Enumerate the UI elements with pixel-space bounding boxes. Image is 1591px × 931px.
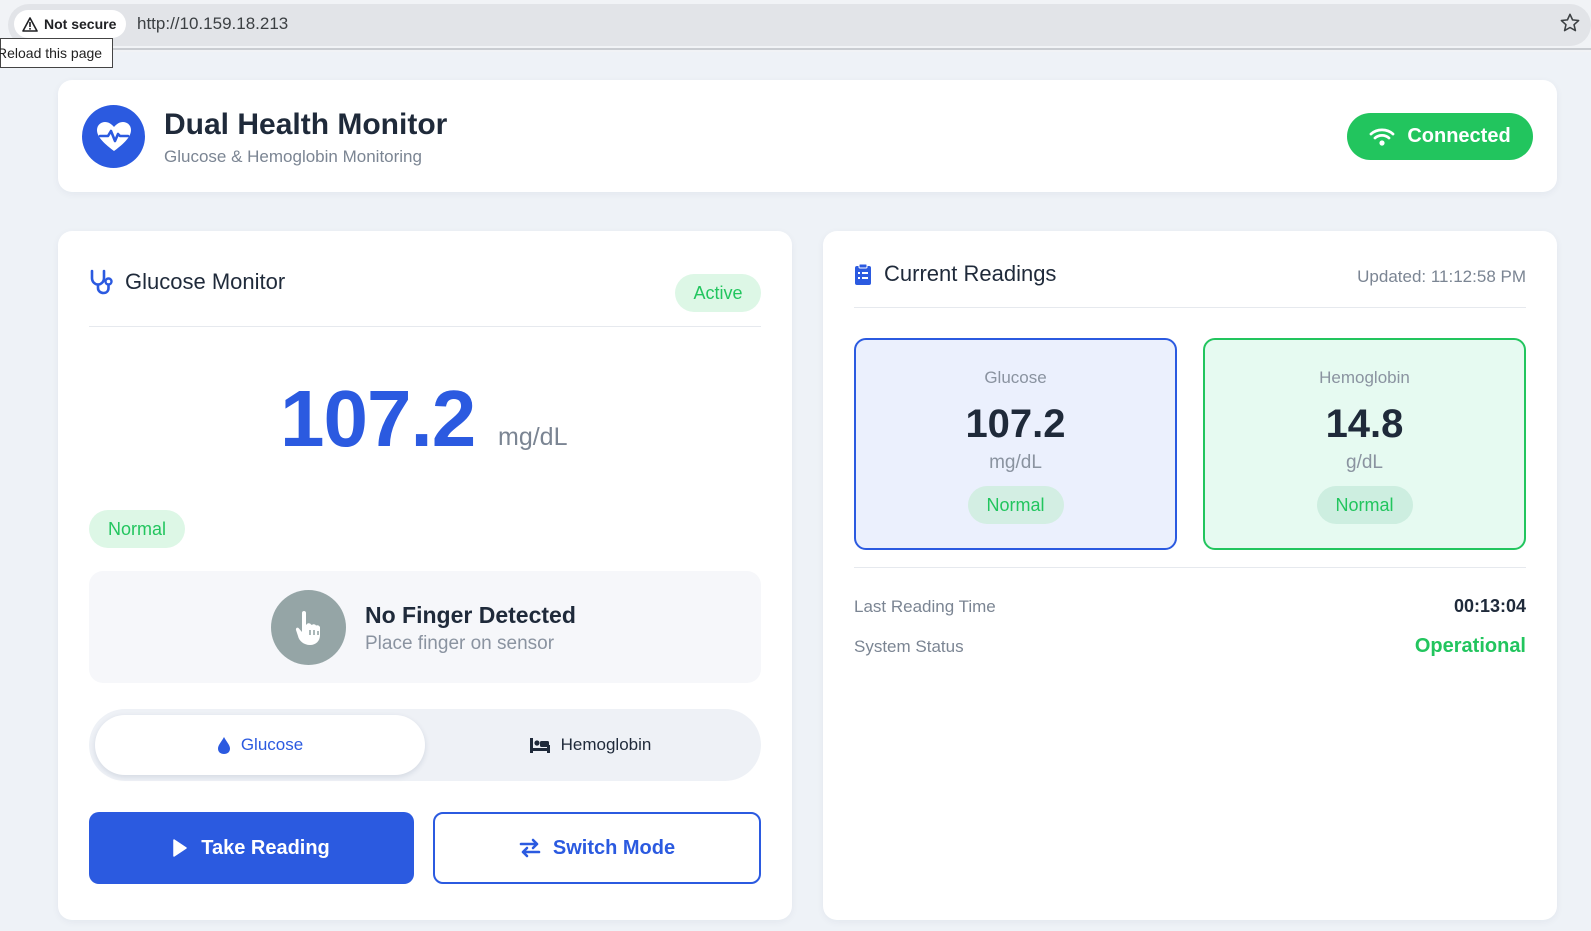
- current-readings-title: Current Readings: [884, 261, 1057, 286]
- switch-mode-button[interactable]: Switch Mode: [433, 812, 761, 884]
- security-indicator[interactable]: Not secure: [14, 10, 127, 38]
- last-reading-row: Last Reading Time 00:13:04: [854, 596, 1526, 617]
- switch-mode-label: Switch Mode: [552, 836, 676, 859]
- clipboard-list-icon: [855, 263, 871, 285]
- system-status-value: Operational: [1414, 635, 1526, 657]
- mode-glucose-label: Glucose: [240, 735, 304, 754]
- droplet-icon: [217, 736, 230, 754]
- mode-toggle: Glucose Hemoglobin: [89, 709, 761, 781]
- finger-status-subtitle: Place finger on sensor: [365, 633, 555, 654]
- glucose-status-badge: Normal: [89, 510, 185, 548]
- play-icon: [173, 839, 187, 857]
- glucose-main-value: 107.2: [280, 374, 476, 463]
- hemoglobin-reading-unit: g/dL: [1346, 452, 1383, 473]
- bed-pulse-icon: [529, 737, 550, 753]
- connection-status-label: Connected: [1407, 125, 1511, 147]
- wifi-icon: [1369, 127, 1395, 146]
- hemoglobin-reading-label: Hemoglobin: [1319, 368, 1410, 387]
- mode-hemoglobin-label: Hemoglobin: [560, 735, 652, 754]
- glucose-monitor-card: Glucose Monitor Active 107.2 mg/dL Norma…: [58, 231, 792, 920]
- current-readings-card: Current Readings Updated: 11:12:58 PM Gl…: [823, 231, 1557, 920]
- glucose-monitor-title: Glucose Monitor: [125, 269, 286, 294]
- hemoglobin-reading-status-badge: Normal: [1316, 486, 1413, 524]
- last-reading-label: Last Reading Time: [854, 596, 996, 616]
- app-header: Dual Health Monitor Glucose & Hemoglobin…: [58, 80, 1557, 192]
- glucose-reading-status-badge: Normal: [967, 486, 1064, 524]
- glucose-monitor-header: Glucose Monitor: [89, 269, 285, 295]
- take-reading-label: Take Reading: [201, 836, 330, 859]
- hemoglobin-reading-value: 14.8: [1325, 402, 1404, 446]
- url-text[interactable]: http://10.159.18.213: [137, 14, 288, 34]
- last-reading-value: 00:13:04: [1453, 596, 1526, 616]
- active-status-badge: Active: [675, 274, 761, 312]
- take-reading-button[interactable]: Take Reading: [89, 812, 414, 884]
- glucose-reading-unit: mg/dL: [989, 452, 1042, 473]
- mode-option-glucose[interactable]: Glucose: [95, 715, 425, 775]
- toolbar-divider: [0, 48, 1591, 50]
- warning-icon: [22, 16, 38, 32]
- readings-header-divider: [854, 307, 1526, 308]
- system-status-row: System Status Operational: [854, 635, 1526, 658]
- system-status-label: System Status: [854, 636, 964, 656]
- updated-timestamp: Updated: 11:12:58 PM: [1357, 267, 1526, 286]
- glucose-main-unit: mg/dL: [498, 423, 568, 451]
- stethoscope-icon: [90, 269, 113, 295]
- glucose-reading-label: Glucose: [984, 368, 1047, 387]
- swap-arrows-icon: [519, 838, 541, 858]
- mode-option-hemoglobin[interactable]: Hemoglobin: [425, 715, 755, 775]
- header-divider: [89, 326, 761, 327]
- heart-pulse-logo-icon: [82, 105, 145, 168]
- reload-tooltip: Reload this page: [0, 38, 114, 68]
- browser-bar: Not secure http://10.159.18.213 Reload t…: [0, 0, 1591, 68]
- app-title: Dual Health Monitor: [164, 108, 448, 141]
- security-label: Not secure: [44, 16, 117, 32]
- readings-divider: [854, 567, 1526, 568]
- current-readings-header: Current Readings: [854, 261, 1056, 287]
- finger-detection-panel: No Finger Detected Place finger on senso…: [89, 571, 761, 683]
- glucose-reading-box: Glucose 107.2 mg/dL Normal: [854, 338, 1177, 550]
- app-subtitle: Glucose & Hemoglobin Monitoring: [164, 147, 422, 166]
- hand-pointer-icon: [271, 590, 346, 665]
- bookmark-star-icon[interactable]: [1559, 12, 1581, 34]
- finger-status-title: No Finger Detected: [365, 602, 576, 628]
- glucose-reading-value: 107.2: [965, 402, 1066, 446]
- connection-status-button[interactable]: Connected: [1347, 113, 1533, 160]
- hemoglobin-reading-box: Hemoglobin 14.8 g/dL Normal: [1203, 338, 1526, 550]
